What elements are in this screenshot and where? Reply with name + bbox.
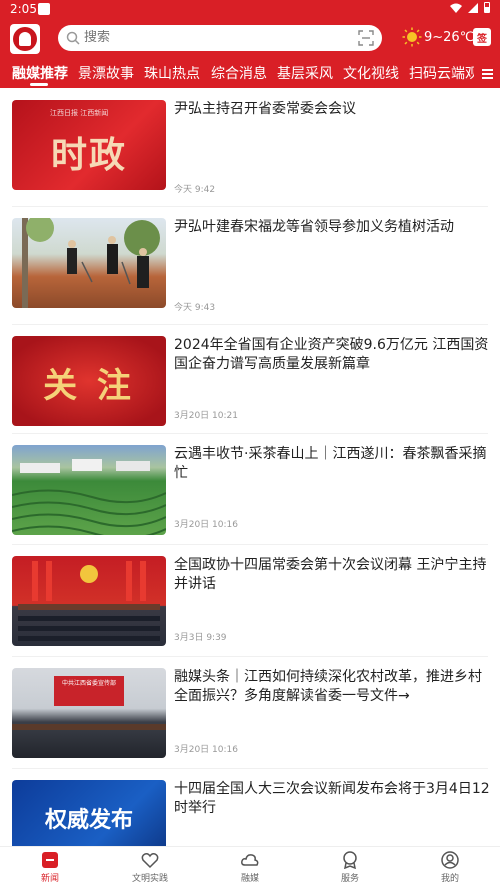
news-title[interactable]: 融媒头条｜江西如何持续深化农村改革，推进乡村全面振兴？多角度解读省委一号文件→ [174,668,490,706]
nav-mine[interactable]: 我的 [420,851,480,884]
app-header: 2:05 9~26℃ 签 [0,0,500,88]
signal-icon [468,2,478,13]
status-icons [450,2,490,13]
nav-label: 文明实践 [131,874,168,884]
list-item[interactable]: 中共江西省委宣传部 融媒头条｜江西如何持续深化农村改革，推进乡村全面振兴？多角度… [0,656,500,774]
news-thumbnail: 江西日报 江西新闻 时政 [12,100,166,190]
weather-temp: 9~26℃ [424,29,475,45]
news-thumbnail: 权威发布 [12,780,166,846]
logo-icon [13,27,37,51]
menu-icon[interactable] [474,60,500,88]
news-icon [42,852,58,868]
list-item[interactable]: 权威发布 十四届全国人大三次会议新闻发布会将于3月4日12时举行 [0,768,500,846]
nav-civilization[interactable]: 文明实践 [120,851,180,884]
news-time: 3月20日 10:16 [174,520,238,530]
bottom-nav: 新闻 文明实践 融媒 服务 我的 [0,846,500,888]
list-item[interactable]: 云遇丰收节·采茶春山上｜江西遂川：春茶飘香采摘忙 3月20日 10:16 [0,433,500,551]
meeting-banner: 中共江西省委宣传部 [54,676,124,706]
tab-news[interactable]: 综合消息 [211,63,267,83]
news-thumbnail [12,556,166,646]
list-item[interactable]: 江西日报 江西新闻 时政 尹弘主持召开省委常委会会议 今天 9:42 [0,88,500,206]
app-logo[interactable] [10,24,40,54]
thumbnail-text: 时政 [50,135,127,176]
tab-culture[interactable]: 文化视线 [343,63,399,83]
nav-label: 融媒 [240,874,259,884]
status-bar: 2:05 [0,0,500,20]
list-item[interactable]: 尹弘叶建春宋福龙等省领导参加义务植树活动 今天 9:43 [0,206,500,324]
sun-icon [402,27,422,47]
news-time: 3月20日 10:21 [174,411,238,421]
nav-label: 新闻 [40,874,59,884]
news-title[interactable]: 2024年全省国有企业资产突破9.6万亿元 江西国资国企奋力谱写高质量发展新篇章 [174,336,490,374]
user-icon [441,851,459,869]
nav-media[interactable]: 融媒 [220,851,280,884]
sign-in-icon[interactable]: 签 [473,28,491,46]
tab-recommend[interactable]: 融媒推荐 [12,63,68,83]
banner-text: 中共江西省委宣传部 [61,680,116,687]
tab-scan[interactable]: 扫码云端观 [409,63,479,83]
news-title[interactable]: 十四届全国人大三次会议新闻发布会将于3月4日12时举行 [174,780,490,818]
cloud-icon [241,854,259,866]
heart-hands-icon [141,853,159,869]
news-thumbnail [12,445,166,535]
medal-icon [343,851,357,869]
notification-icon [38,3,50,15]
active-tab-indicator [30,83,48,86]
news-time: 3月3日 9:39 [174,633,227,643]
news-time: 3月20日 10:16 [174,745,238,755]
news-list: 江西日报 江西新闻 时政 尹弘主持召开省委常委会会议 今天 9:42 尹弘叶建春… [0,88,500,846]
tab-grassroots[interactable]: 基层采风 [277,63,333,83]
scan-icon[interactable] [358,30,374,46]
tea-field-photo [12,459,166,535]
search-input[interactable] [84,30,334,45]
news-title[interactable]: 云遇丰收节·采茶春山上｜江西遂川：春茶飘香采摘忙 [174,445,490,483]
nav-label: 服务 [340,874,359,884]
tab-stories[interactable]: 景漂故事 [78,63,134,83]
category-tabs: 融媒推荐 景漂故事 珠山热点 综合消息 基层采风 文化视线 扫码云端观 [0,60,500,88]
thumbnail-text: 权威发布 [44,808,133,833]
news-title[interactable]: 尹弘叶建春宋福龙等省领导参加义务植树活动 [174,218,490,237]
wifi-icon [450,3,462,13]
search-bar[interactable] [58,25,382,51]
news-thumbnail: 关 注 [12,336,166,426]
nav-service[interactable]: 服务 [320,851,380,884]
news-title[interactable]: 尹弘主持召开省委常委会会议 [174,100,490,119]
thumbnail-caption: 江西日报 江西新闻 [50,109,109,117]
news-thumbnail [12,218,166,308]
weather-widget[interactable]: 9~26℃ [402,27,474,47]
thumbnail-text: 关 注 [43,366,135,406]
tab-hotspot[interactable]: 珠山热点 [144,63,200,83]
conference-photo [18,561,160,641]
list-item[interactable]: 全国政协十四届常委会第十次会议闭幕 王沪宁主持并讲话 3月3日 9:39 [0,544,500,662]
nav-label: 我的 [440,874,459,884]
list-item[interactable]: 关 注 2024年全省国有企业资产突破9.6万亿元 江西国资国企奋力谱写高质量发… [0,324,500,442]
news-time: 今天 9:43 [174,303,216,313]
news-time: 今天 9:42 [174,185,216,195]
nav-news[interactable]: 新闻 [20,851,80,884]
search-icon [66,31,80,45]
news-thumbnail: 中共江西省委宣传部 [12,668,166,758]
news-title[interactable]: 全国政协十四届常委会第十次会议闭幕 王沪宁主持并讲话 [174,556,490,594]
tree-planting-photo [22,218,160,308]
battery-icon [484,2,490,13]
status-time: 2:05 [10,2,37,16]
